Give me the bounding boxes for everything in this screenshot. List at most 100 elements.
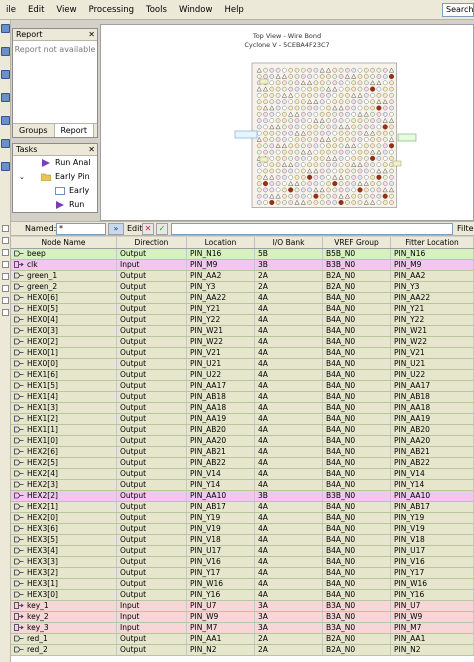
vref-group-cell[interactable]: B4A_N0 bbox=[323, 403, 391, 413]
fitter-location-cell[interactable]: PIN_AA17 bbox=[391, 381, 474, 391]
package-pin[interactable] bbox=[288, 118, 293, 123]
vref-group-cell[interactable]: B3A_N0 bbox=[323, 612, 391, 622]
io-bank-cell[interactable]: 4A bbox=[255, 326, 323, 336]
io-bank-cell[interactable]: 4A bbox=[255, 568, 323, 578]
column-header[interactable]: Location bbox=[187, 237, 255, 248]
io-bank-cell[interactable]: 4A bbox=[255, 480, 323, 490]
package-pin[interactable] bbox=[282, 112, 287, 117]
package-pin[interactable] bbox=[263, 162, 268, 167]
package-pin[interactable] bbox=[382, 174, 388, 180]
location-cell[interactable]: PIN_U17 bbox=[187, 546, 255, 556]
package-pin[interactable] bbox=[294, 118, 300, 123]
location-cell[interactable]: PIN_AA18 bbox=[187, 403, 255, 413]
package-pin[interactable] bbox=[357, 80, 363, 86]
package-pin[interactable] bbox=[294, 149, 300, 155]
location-cell[interactable]: PIN_Y16 bbox=[187, 590, 255, 600]
package-pin[interactable] bbox=[319, 143, 325, 149]
location-cell[interactable]: PIN_AB18 bbox=[187, 392, 255, 402]
package-pin[interactable] bbox=[332, 99, 338, 104]
close-icon[interactable] bbox=[2, 225, 9, 232]
node-name-cell[interactable]: HEX3[2] bbox=[11, 568, 117, 578]
package-pin[interactable] bbox=[319, 105, 325, 111]
package-pin[interactable] bbox=[363, 187, 369, 193]
direction-cell[interactable]: Input bbox=[117, 601, 187, 611]
close-icon[interactable]: ✕ bbox=[88, 29, 95, 41]
package-pin[interactable] bbox=[382, 149, 388, 155]
package-pin[interactable] bbox=[351, 105, 356, 111]
location-cell[interactable]: PIN_W9 bbox=[187, 612, 255, 622]
package-pin[interactable] bbox=[282, 124, 287, 130]
package-pin[interactable] bbox=[288, 174, 293, 180]
help-search-input[interactable]: Search bbox=[442, 3, 474, 17]
package-pin[interactable] bbox=[256, 143, 262, 149]
location-cell[interactable]: PIN_U22 bbox=[187, 370, 255, 380]
package-pin[interactable] bbox=[376, 124, 382, 130]
table-row[interactable]: HEX2[3] Output PIN_Y14 4A B4A_N0 PIN_Y14 bbox=[11, 480, 474, 491]
package-pin[interactable] bbox=[326, 143, 331, 149]
package-pin[interactable] bbox=[338, 99, 344, 104]
package-pin[interactable] bbox=[376, 86, 382, 92]
pin-tool-icon[interactable] bbox=[2, 285, 9, 292]
package-pin[interactable] bbox=[370, 155, 376, 161]
package-pin[interactable] bbox=[313, 105, 319, 111]
package-pin[interactable] bbox=[313, 149, 319, 155]
package-pin[interactable] bbox=[376, 174, 382, 180]
package-pin[interactable] bbox=[282, 67, 287, 73]
package-pin[interactable] bbox=[326, 99, 331, 104]
package-pin[interactable] bbox=[363, 168, 369, 174]
package-pin[interactable] bbox=[313, 143, 319, 149]
package-pin[interactable] bbox=[332, 168, 338, 174]
location-cell[interactable]: PIN_AA17 bbox=[187, 381, 255, 391]
package-pin[interactable] bbox=[382, 74, 388, 79]
package-pin[interactable] bbox=[338, 74, 344, 79]
node-name-cell[interactable]: key_3 bbox=[11, 623, 117, 633]
direction-cell[interactable]: Output bbox=[117, 282, 187, 292]
io-bank-cell[interactable]: 4A bbox=[255, 348, 323, 358]
package-pin[interactable] bbox=[288, 124, 293, 130]
package-pin[interactable] bbox=[376, 118, 382, 123]
fitter-location-cell[interactable]: PIN_U21 bbox=[391, 359, 474, 369]
io-bank-cell[interactable]: 4A bbox=[255, 359, 323, 369]
package-pin[interactable] bbox=[256, 124, 262, 130]
package-pin[interactable] bbox=[338, 118, 344, 123]
io-bank-cell[interactable]: 2A bbox=[255, 634, 323, 644]
package-pin[interactable] bbox=[351, 118, 356, 123]
table-row[interactable]: HEX1[5] Output PIN_AA17 4A B4A_N0 PIN_AA17 bbox=[11, 381, 474, 392]
task-item[interactable]: ⌄ Early Pin bbox=[13, 170, 97, 184]
node-name-cell[interactable]: HEX2[6] bbox=[11, 447, 117, 457]
package-pin[interactable] bbox=[345, 93, 350, 98]
fitter-location-cell[interactable]: PIN_U17 bbox=[391, 546, 474, 556]
package-pin[interactable] bbox=[282, 118, 287, 123]
package-pin[interactable] bbox=[256, 74, 262, 79]
package-pin[interactable] bbox=[351, 193, 356, 199]
package-pin[interactable] bbox=[382, 112, 388, 117]
table-row[interactable]: HEX2[2] Output PIN_AA10 3B B3B_N0 PIN_AA10 bbox=[11, 491, 474, 502]
location-cell[interactable]: PIN_V21 bbox=[187, 348, 255, 358]
package-pin[interactable] bbox=[300, 187, 306, 193]
node-name-cell[interactable]: HEX1[0] bbox=[11, 436, 117, 446]
package-pin[interactable] bbox=[263, 200, 268, 205]
node-name-cell[interactable]: HEX0[1] bbox=[11, 348, 117, 358]
package-pin[interactable] bbox=[307, 156, 312, 161]
fitter-location-cell[interactable]: PIN_AA10 bbox=[391, 491, 474, 501]
table-row[interactable]: HEX1[4] Output PIN_AB18 4A B4A_N0 PIN_AB18 bbox=[11, 392, 474, 403]
fitter-location-cell[interactable]: PIN_AA18 bbox=[391, 403, 474, 413]
package-pin[interactable] bbox=[282, 149, 287, 155]
vref-group-cell[interactable]: B2A_N0 bbox=[323, 645, 391, 655]
package-pin[interactable] bbox=[363, 137, 369, 142]
package-pin[interactable] bbox=[357, 124, 363, 130]
package-pin[interactable] bbox=[376, 112, 382, 117]
package-pin[interactable] bbox=[332, 93, 338, 98]
package-pin[interactable] bbox=[389, 124, 394, 130]
package-pin[interactable] bbox=[263, 118, 268, 123]
package-pin[interactable] bbox=[389, 86, 394, 92]
package-pin[interactable] bbox=[300, 112, 306, 117]
package-pin[interactable] bbox=[345, 149, 350, 155]
package-pin[interactable] bbox=[326, 200, 331, 205]
location-cell[interactable]: PIN_AA10 bbox=[187, 491, 255, 501]
package-pin[interactable] bbox=[357, 99, 363, 104]
direction-cell[interactable]: Input bbox=[117, 612, 187, 622]
package-pin[interactable] bbox=[370, 86, 376, 92]
package-pin[interactable] bbox=[288, 67, 293, 73]
package-pin[interactable] bbox=[294, 156, 300, 161]
